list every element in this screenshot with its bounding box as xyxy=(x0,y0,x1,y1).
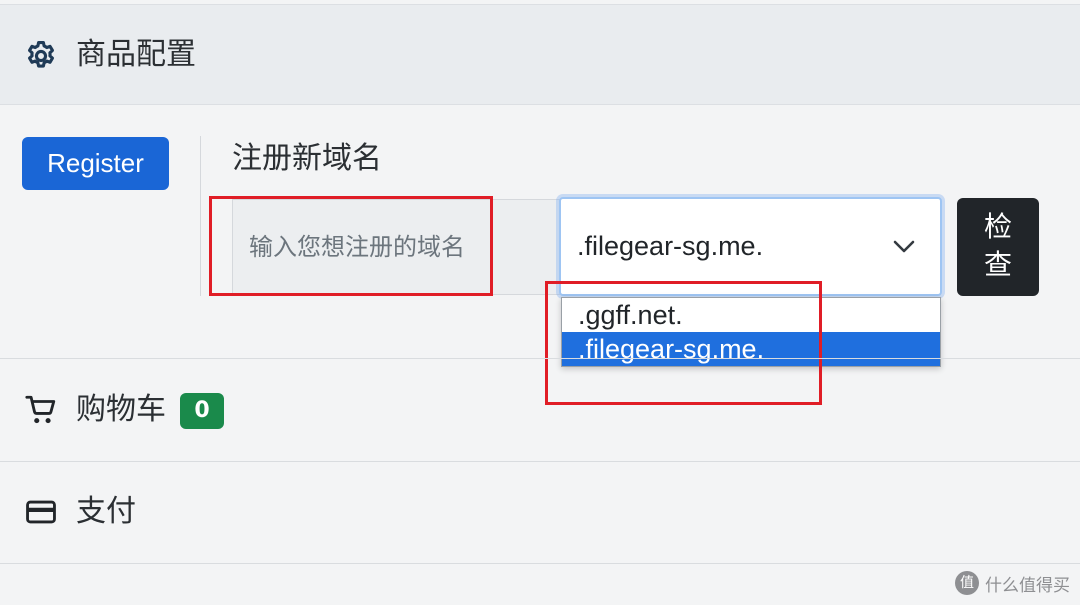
cart-label[interactable]: 购物车 xyxy=(76,390,166,430)
product-config-header: 商品配置 xyxy=(0,4,1080,105)
register-section-title: 注册新域名 xyxy=(232,141,382,176)
divider xyxy=(0,461,1080,462)
payment-label[interactable]: 支付 xyxy=(76,492,136,532)
check-button[interactable]: 检 查 xyxy=(957,198,1039,296)
divider xyxy=(0,563,1080,564)
page-title: 商品配置 xyxy=(76,37,196,72)
check-button-label-1: 检 xyxy=(983,210,1012,243)
credit-card-icon xyxy=(24,495,58,529)
tld-select-value: .filegear-sg.me. xyxy=(577,231,764,261)
page: 商品配置 Register 注册新域名 输入您想注册的域名 .filegear-… xyxy=(0,0,1080,605)
vertical-divider xyxy=(200,136,201,296)
gear-icon xyxy=(24,39,58,73)
cart-icon xyxy=(24,393,58,427)
watermark-logo: 值 xyxy=(955,571,979,595)
check-button-label-2: 查 xyxy=(983,248,1012,281)
watermark-text: 什么值得买 xyxy=(985,575,1070,596)
divider xyxy=(0,358,1080,359)
register-button[interactable]: Register xyxy=(22,137,169,190)
annotation-box-input xyxy=(209,196,493,296)
annotation-box-dropdown xyxy=(545,281,822,405)
cart-count-badge: 0 xyxy=(180,393,224,429)
chevron-down-icon xyxy=(892,236,916,256)
watermark: 值 什么值得买 xyxy=(955,569,1070,597)
